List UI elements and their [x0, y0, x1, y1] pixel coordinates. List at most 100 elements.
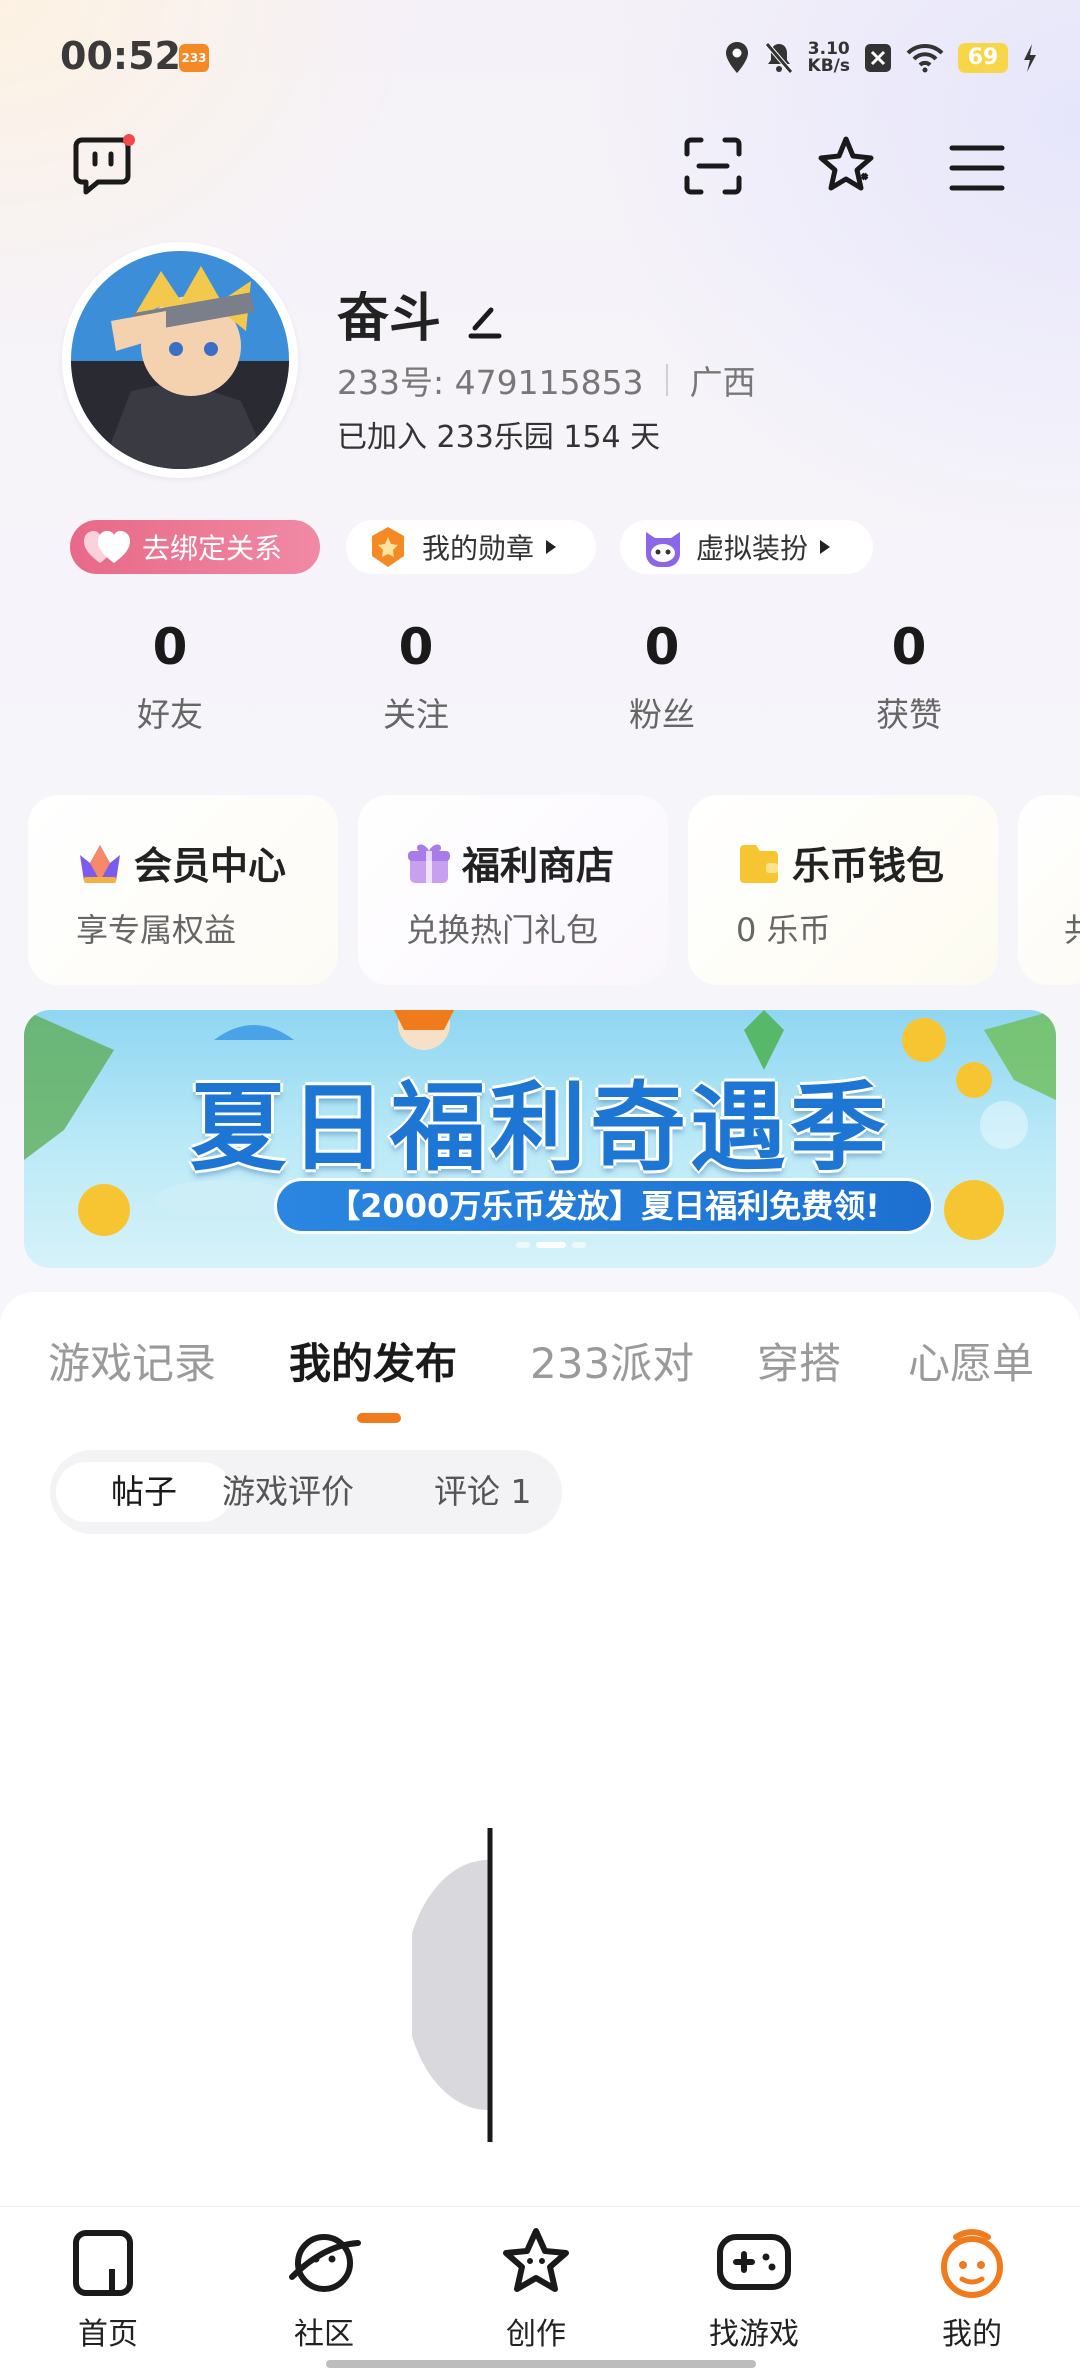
stat-likes[interactable]: 0 获赞 — [829, 612, 989, 736]
status-time: 00:52 — [60, 34, 181, 78]
nav-find-games[interactable]: 找游戏 — [694, 2225, 814, 2353]
carousel-dot — [572, 1242, 586, 1248]
subtab-comments[interactable]: 评论 1 — [434, 1462, 532, 1522]
close-box-icon — [865, 44, 891, 72]
planet-icon — [289, 2234, 361, 2292]
tab-233-party[interactable]: 233派对 — [530, 1330, 694, 1391]
home-indicator[interactable] — [326, 2360, 756, 2368]
scan-icon[interactable] — [683, 136, 743, 196]
subtab-game-reviews[interactable]: 游戏评价 — [222, 1462, 354, 1522]
menu-icon[interactable] — [949, 144, 1005, 192]
stat-value: 0 — [152, 618, 188, 676]
stat-label: 粉丝 — [629, 695, 695, 734]
tab-game-records[interactable]: 游戏记录 — [48, 1330, 216, 1391]
username-text: 奋斗 — [337, 289, 442, 349]
card-title: 乐币钱包 — [792, 844, 945, 888]
wifi-icon — [906, 43, 944, 73]
net-speed: 3.10 KB/s — [808, 41, 850, 75]
card-vip-center[interactable]: 会员中心 享专属权益 — [28, 795, 338, 985]
status-bar: 00:52 233 3.10 KB/s 69 — [0, 0, 1080, 115]
battery-indicator: 69 — [958, 43, 1008, 73]
my-badges-label: 我的勋章 — [422, 532, 535, 565]
card-welfare-shop[interactable]: 福利商店 兑换热门礼包 — [358, 795, 668, 985]
post-subtabs: 帖子 游戏评价 评论 1 — [50, 1450, 562, 1534]
sparkle-star-icon[interactable] — [814, 134, 878, 198]
user-id: 233号: 479115853 — [337, 363, 644, 402]
location-icon — [725, 42, 748, 73]
carousel-dot — [516, 1242, 530, 1248]
card-partial[interactable]: 共 — [1018, 795, 1080, 985]
crown-icon — [80, 844, 120, 883]
unbind-relation-chip[interactable]: 去绑定关系 — [70, 520, 320, 574]
unbind-label: 去绑定关系 — [142, 532, 283, 565]
stat-friends[interactable]: 0 好友 — [90, 612, 250, 736]
wallet-icon — [740, 844, 778, 883]
my-badges-chip[interactable]: 我的勋章 — [346, 520, 596, 574]
joined-days: 已加入 233乐园 154 天 — [337, 420, 661, 455]
banner-title: 夏日福利奇遇季 — [190, 1072, 890, 1184]
virtual-dress-label: 虚拟装扮 — [696, 532, 809, 565]
banner-subtitle: 【2000万乐币发放】夏日福利免费领! — [274, 1178, 934, 1234]
app-notification-icon: 233 — [179, 44, 209, 72]
nav-home[interactable]: 首页 — [48, 2225, 168, 2353]
card-title-row: 会员中心 — [76, 835, 286, 890]
charging-icon — [1024, 44, 1036, 72]
promo-banner[interactable]: 夏日福利奇遇季 【2000万乐币发放】夏日福利免费领! — [24, 1010, 1056, 1268]
empty-state-illustration — [412, 1828, 493, 2142]
tab-outfits[interactable]: 穿搭 — [757, 1330, 841, 1391]
chevron-right-icon — [820, 540, 831, 554]
bottom-nav: 首页 社区 创作 找游戏 我的 — [0, 2206, 1080, 2376]
carousel-dots — [516, 1242, 586, 1248]
user-region: 广西 — [689, 363, 756, 402]
gamepad-icon — [717, 2234, 791, 2290]
stat-value: 0 — [644, 618, 680, 676]
profile-tabs: 游戏记录 我的发布 233派对 穿搭 心愿单 — [0, 1330, 1080, 1390]
create-star-icon — [503, 2228, 569, 2292]
card-subtitle: 兑换热门礼包 — [406, 911, 599, 949]
card-title: 福利商店 — [462, 844, 615, 888]
chat-icon[interactable] — [70, 132, 136, 198]
nav-label: 创作 — [506, 2317, 566, 2352]
divider — [665, 364, 668, 396]
card-title: 会员中心 — [134, 844, 287, 888]
stat-fans[interactable]: 0 粉丝 — [582, 612, 742, 736]
card-title-row: 乐币钱包 — [736, 835, 944, 890]
active-tab-indicator — [357, 1413, 401, 1423]
nav-label: 社区 — [294, 2317, 354, 2352]
me-icon — [941, 2229, 1003, 2298]
carousel-dot-active — [536, 1242, 566, 1248]
subtab-posts[interactable]: 帖子 — [56, 1462, 232, 1522]
stat-label: 好友 — [137, 695, 203, 734]
edit-pencil-icon[interactable] — [465, 302, 505, 342]
nav-create[interactable]: 创作 — [476, 2225, 596, 2353]
cat-avatar-icon — [646, 532, 680, 567]
card-title-row: 福利商店 — [406, 835, 614, 890]
tab-my-posts[interactable]: 我的发布 — [289, 1330, 457, 1391]
username: 奋斗 — [337, 276, 505, 351]
chevron-right-icon — [546, 540, 557, 554]
medal-icon — [372, 527, 404, 567]
mute-bell-icon — [764, 42, 793, 74]
stat-label: 关注 — [383, 695, 449, 734]
tab-wishlist[interactable]: 心愿单 — [908, 1330, 1034, 1391]
card-coin-wallet[interactable]: 乐币钱包 0 乐币 — [688, 795, 998, 985]
stat-label: 获赞 — [876, 695, 942, 734]
user-id-row: 233号: 479115853 广西 — [337, 356, 756, 404]
card-subtitle: 0 乐币 — [736, 911, 831, 949]
virtual-dress-chip[interactable]: 虚拟装扮 — [620, 520, 873, 574]
stat-value: 0 — [891, 618, 927, 676]
status-icons: 3.10 KB/s 69 — [724, 38, 1038, 78]
avatar-image — [71, 251, 289, 469]
nav-community[interactable]: 社区 — [264, 2225, 384, 2353]
card-subtitle: 享专属权益 — [76, 911, 237, 949]
nav-me[interactable]: 我的 — [912, 2225, 1032, 2353]
home-icon — [73, 2230, 133, 2296]
nav-label: 找游戏 — [709, 2317, 799, 2352]
net-speed-unit: KB/s — [807, 56, 850, 76]
stat-value: 0 — [398, 618, 434, 676]
gift-icon — [408, 844, 450, 883]
nav-label: 首页 — [78, 2317, 138, 2352]
avatar[interactable] — [62, 242, 298, 478]
stat-following[interactable]: 0 关注 — [336, 612, 496, 736]
nav-label: 我的 — [942, 2317, 1002, 2352]
